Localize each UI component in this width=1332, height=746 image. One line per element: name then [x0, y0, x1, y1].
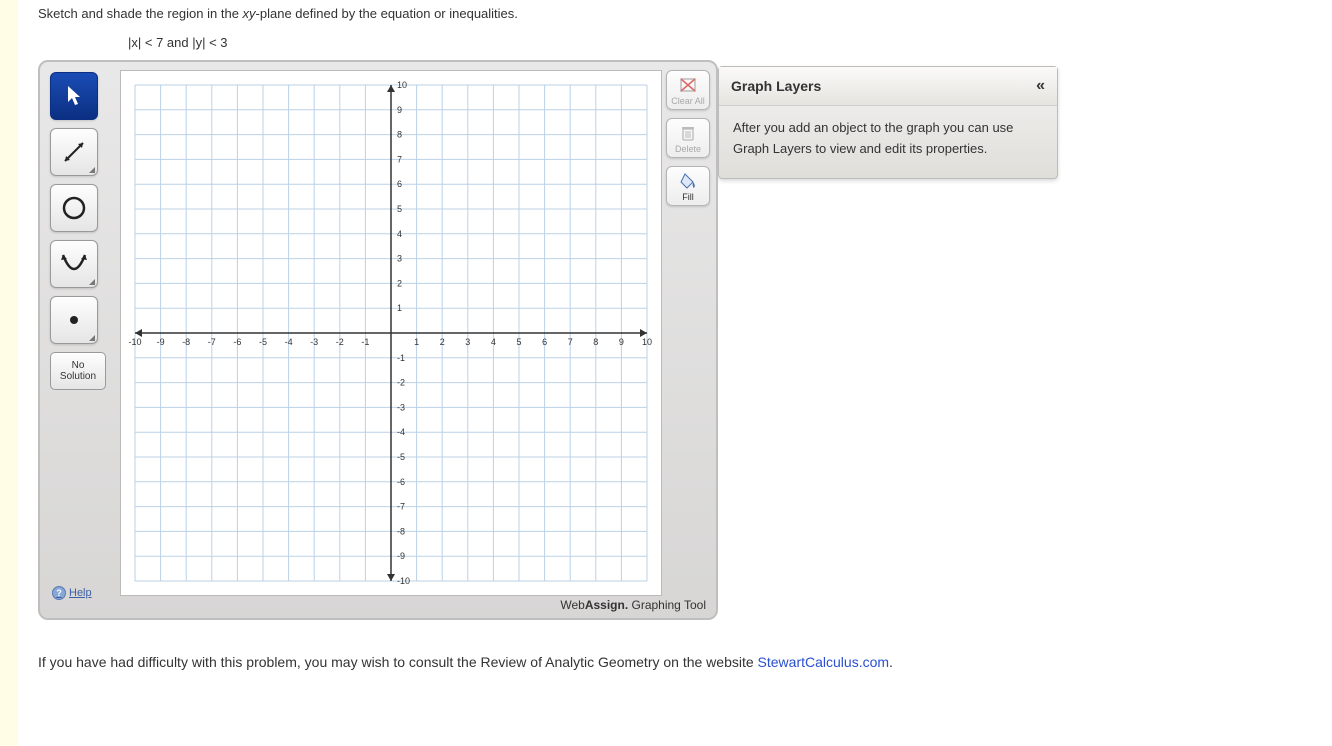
collapse-icon[interactable]: « — [1036, 77, 1045, 95]
graph-layers-body: After you add an object to the graph you… — [719, 106, 1057, 178]
brand-assign: Assign. — [585, 598, 628, 612]
circle-tool[interactable] — [50, 184, 98, 232]
svg-text:-8: -8 — [397, 526, 405, 536]
hint-suffix: . — [889, 654, 893, 670]
clear-all-icon — [667, 74, 709, 96]
left-highlight-bar — [0, 0, 18, 746]
svg-text:3: 3 — [397, 254, 402, 264]
svg-text:-7: -7 — [208, 337, 216, 347]
svg-text:-8: -8 — [182, 337, 190, 347]
help-icon: ? — [52, 586, 66, 600]
svg-text:1: 1 — [414, 337, 419, 347]
no-solution-line2: Solution — [53, 371, 103, 382]
svg-text:-6: -6 — [233, 337, 241, 347]
svg-text:8: 8 — [593, 337, 598, 347]
problem-instruction: Sketch and shade the region in the xy-pl… — [38, 6, 1312, 21]
svg-text:4: 4 — [397, 229, 402, 239]
svg-text:6: 6 — [542, 337, 547, 347]
svg-text:1: 1 — [397, 303, 402, 313]
svg-text:-2: -2 — [336, 337, 344, 347]
svg-text:10: 10 — [397, 80, 407, 90]
svg-text:2: 2 — [397, 278, 402, 288]
parabola-icon — [59, 249, 89, 279]
svg-text:-4: -4 — [397, 427, 405, 437]
svg-text:6: 6 — [397, 179, 402, 189]
hint-text: If you have had difficulty with this pro… — [38, 654, 1312, 670]
instruction-plane: xy — [243, 6, 256, 21]
svg-text:-3: -3 — [310, 337, 318, 347]
svg-text:2: 2 — [440, 337, 445, 347]
fill-icon — [667, 170, 709, 192]
svg-text:-5: -5 — [259, 337, 267, 347]
point-icon — [67, 313, 81, 327]
help-link[interactable]: ? Help — [52, 586, 92, 600]
clear-all-label: Clear All — [667, 96, 709, 106]
svg-text:5: 5 — [516, 337, 521, 347]
parabola-tool[interactable] — [50, 240, 98, 288]
svg-text:-2: -2 — [397, 378, 405, 388]
no-solution-button[interactable]: No Solution — [50, 352, 106, 390]
svg-text:3: 3 — [465, 337, 470, 347]
svg-text:4: 4 — [491, 337, 496, 347]
svg-text:-3: -3 — [397, 402, 405, 412]
svg-text:9: 9 — [397, 105, 402, 115]
circle-icon — [60, 194, 88, 222]
delete-label: Delete — [667, 144, 709, 154]
point-tool[interactable] — [50, 296, 98, 344]
instruction-text-1: Sketch and shade the region in the — [38, 6, 243, 21]
trash-icon — [667, 122, 709, 144]
pointer-tool[interactable] — [50, 72, 98, 120]
graph-layers-panel: Graph Layers « After you add an object t… — [718, 66, 1058, 179]
graph-grid: -10 -9 -8 -7 -6 -5 -4 -3 -2 -1 1 2 3 4 5 6 7 8 9 10 -10 -9 -8 -… — [121, 71, 661, 595]
svg-text:-9: -9 — [157, 337, 165, 347]
hint-prefix: If you have had difficulty with this pro… — [38, 654, 758, 670]
svg-text:-9: -9 — [397, 551, 405, 561]
svg-text:-10: -10 — [397, 576, 410, 586]
svg-text:9: 9 — [619, 337, 624, 347]
svg-text:-6: -6 — [397, 477, 405, 487]
graph-canvas[interactable]: -10 -9 -8 -7 -6 -5 -4 -3 -2 -1 1 2 3 4 5 6 7 8 9 10 -10 -9 -8 -… — [120, 70, 662, 596]
tool-palette: No Solution — [50, 72, 110, 390]
svg-text:-1: -1 — [397, 353, 405, 363]
svg-text:-7: -7 — [397, 502, 405, 512]
line-icon — [61, 139, 87, 165]
svg-text:8: 8 — [397, 130, 402, 140]
brand-web: Web — [560, 598, 584, 612]
instruction-text-2: -plane defined by the equation or inequa… — [256, 6, 518, 21]
fill-button[interactable]: Fill — [666, 166, 710, 206]
svg-text:-5: -5 — [397, 452, 405, 462]
inequality-expression: |x| < 7 and |y| < 3 — [128, 35, 1312, 50]
fill-label: Fill — [667, 192, 709, 202]
graph-layers-title: Graph Layers — [731, 78, 821, 94]
svg-text:10: 10 — [642, 337, 652, 347]
svg-text:7: 7 — [568, 337, 573, 347]
brand-rest: Graphing Tool — [628, 598, 706, 612]
svg-text:-1: -1 — [361, 337, 369, 347]
svg-text:-4: -4 — [285, 337, 293, 347]
graphing-tool-container: No Solution -10 -9 -8 -7 -6 -5 -4 -3 -2 -1 1 2 3 4 5 6 7… — [38, 60, 718, 620]
help-label: Help — [69, 587, 92, 599]
line-tool[interactable] — [50, 128, 98, 176]
delete-button[interactable]: Delete — [666, 118, 710, 158]
pointer-icon — [65, 85, 83, 107]
clear-all-button[interactable]: Clear All — [666, 70, 710, 110]
svg-text:7: 7 — [397, 154, 402, 164]
no-solution-line1: No — [53, 360, 103, 371]
hint-link[interactable]: StewartCalculus.com — [758, 654, 890, 670]
svg-text:-10: -10 — [128, 337, 141, 347]
svg-text:5: 5 — [397, 204, 402, 214]
footer-brand: WebAssign. Graphing Tool — [560, 598, 706, 612]
graph-layers-header[interactable]: Graph Layers « — [719, 67, 1057, 106]
